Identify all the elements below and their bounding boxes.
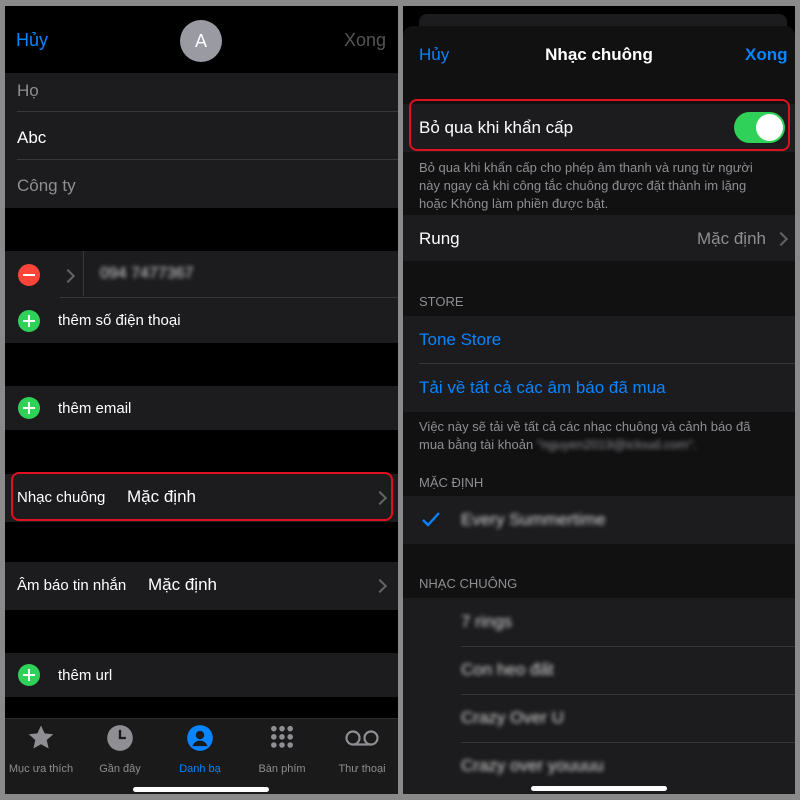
chevron-right-icon[interactable] <box>60 268 76 284</box>
ringtones-header: NHẠC CHUÔNG <box>419 576 518 591</box>
list-item[interactable]: Con heo đất <box>403 646 795 694</box>
ringtone-sheet: Hủy Nhạc chuông Xong Bỏ qua khi khẩn cấp… <box>403 26 795 794</box>
emergency-highlight <box>409 99 790 151</box>
home-indicator <box>531 786 667 791</box>
description-line: hoặc Không làm phiền được bật. <box>419 196 609 211</box>
sheet-title: Nhạc chuông <box>545 45 653 64</box>
list-item[interactable]: Crazy Over U <box>403 694 795 742</box>
vibration-label: Rung <box>419 229 460 248</box>
home-indicator <box>133 787 269 792</box>
note-line: Việc này sẽ tải về tất cả các nhạc chuôn… <box>419 419 751 434</box>
phone-group: 094 7477367 thêm số điện thoại <box>5 251 398 343</box>
checkmark-icon <box>422 512 440 527</box>
add-url-button[interactable]: thêm url <box>58 667 112 684</box>
ringtone-highlight <box>11 472 393 521</box>
chevron-right-icon <box>372 578 388 594</box>
default-tone-name: Every Summertime <box>461 510 606 529</box>
list-item[interactable]: 7 rings <box>403 598 795 646</box>
email-group: thêm email <box>5 386 398 430</box>
tab-label: Gần đây <box>99 763 141 775</box>
first-name-field[interactable]: Abc <box>17 128 46 148</box>
done-button[interactable]: Xong <box>344 30 386 51</box>
tab-label: Mục ưa thích <box>8 763 74 775</box>
url-group: thêm url <box>5 653 398 697</box>
tab-label: Danh bạ <box>179 763 221 775</box>
clock-icon <box>107 725 133 751</box>
avatar[interactable]: A <box>180 20 222 62</box>
name-fields-group: Họ Abc Công ty <box>5 73 398 208</box>
tab-favorites[interactable]: Mục ưa thích <box>5 719 81 794</box>
tone-store-link[interactable]: Tone Store <box>419 330 501 350</box>
tab-bar: Mục ưa thích Gần đây Danh bạ Bàn phím Th… <box>5 718 398 794</box>
description-line: Bỏ qua khi khẩn cấp cho phép âm thanh và… <box>419 160 753 175</box>
chevron-right-icon <box>773 231 789 247</box>
contacts-icon <box>187 725 213 751</box>
emergency-description: Bỏ qua khi khẩn cấp cho phép âm thanh và… <box>419 159 753 213</box>
star-icon <box>28 725 54 749</box>
cancel-button[interactable]: Hủy <box>16 30 48 51</box>
add-email-button[interactable]: thêm email <box>58 400 131 417</box>
vibration-row[interactable]: Rung Mặc định <box>403 215 795 261</box>
add-phone-button[interactable]: thêm số điện thoại <box>58 312 181 329</box>
done-button[interactable]: Xong <box>745 45 788 65</box>
note-line: mua bằng tài khoản <box>419 437 534 452</box>
ringtone-name: Crazy over youuuu <box>461 756 604 775</box>
ringtone-name: 7 rings <box>461 612 513 631</box>
ringtone-name: Crazy Over U <box>461 708 564 727</box>
store-header: STORE <box>419 294 464 309</box>
avatar-initial: A <box>194 31 207 51</box>
text-tone-value: Mặc định <box>148 575 217 594</box>
store-note: Việc này sẽ tải về tất cả các nhạc chuôn… <box>419 418 750 454</box>
keypad-icon <box>271 725 293 748</box>
add-url-icon[interactable] <box>18 664 40 686</box>
last-name-field[interactable]: Họ <box>17 81 39 101</box>
vibration-value: Mặc định <box>697 229 766 248</box>
tab-voicemail[interactable]: Thư thoại <box>322 719 398 794</box>
text-tone-label: Âm báo tin nhắn <box>17 577 127 594</box>
add-phone-icon[interactable] <box>18 310 40 332</box>
store-group: Tone Store Tải về tất cả các âm báo đã m… <box>403 316 795 412</box>
phone-number-field[interactable]: 094 7477367 <box>100 265 193 283</box>
text-tone-row[interactable]: Âm báo tin nhắn Mặc định <box>5 562 398 610</box>
default-tone-row[interactable]: Every Summertime <box>403 496 795 544</box>
account-email: "nguyen2019@icloud.com". <box>536 437 697 452</box>
default-header: MẶC ĐỊNH <box>419 475 484 490</box>
add-email-icon[interactable] <box>18 397 40 419</box>
remove-phone-icon[interactable] <box>18 264 40 286</box>
edit-contact-screen: Hủy A Xong Họ Abc Công ty 094 7477367 th… <box>5 6 398 794</box>
list-item[interactable]: Crazy over youuuu <box>403 742 795 790</box>
tab-label: Bàn phím <box>258 763 306 775</box>
tab-keypad[interactable]: Bàn phím <box>242 719 322 794</box>
tab-label: Thư thoại <box>338 763 386 775</box>
download-all-tones-link[interactable]: Tải về tất cả các âm báo đã mua <box>419 378 666 398</box>
description-line: này ngay cả khi công tắc chuông được đặt… <box>419 178 747 193</box>
tab-contacts[interactable]: Danh bạ <box>160 719 240 794</box>
ringtones-list: 7 rings Con heo đất Crazy Over U Crazy o… <box>403 598 795 794</box>
tab-recents[interactable]: Gần đây <box>80 719 160 794</box>
ringtone-name: Con heo đất <box>461 660 554 679</box>
ringtone-screen: Hủy Nhạc chuông Xong Bỏ qua khi khẩn cấp… <box>403 6 795 794</box>
voicemail-icon <box>345 730 379 746</box>
company-field[interactable]: Công ty <box>17 176 76 196</box>
